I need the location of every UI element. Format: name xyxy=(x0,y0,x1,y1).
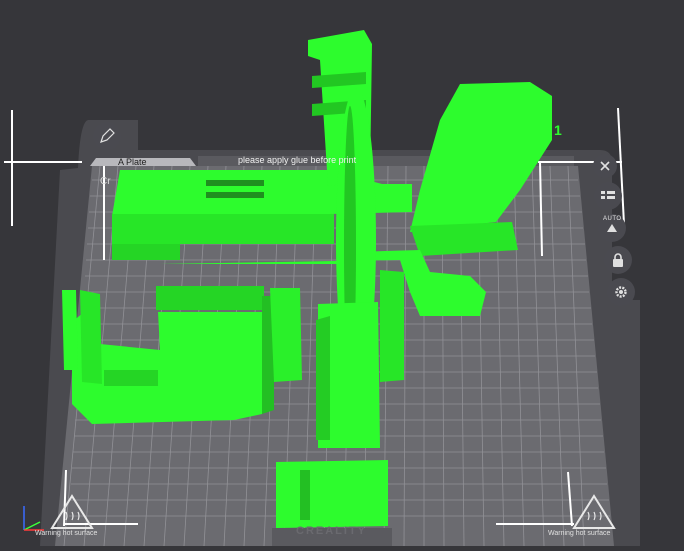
auto-orient-icon xyxy=(607,224,617,232)
lock-button[interactable] xyxy=(604,246,632,274)
close-icon xyxy=(600,161,610,171)
axis-gizmo xyxy=(23,506,44,531)
grid-arrange-icon xyxy=(601,191,615,199)
warning-text-left: Warning hot surface xyxy=(35,530,98,537)
auto-label: AUTO xyxy=(603,216,622,222)
3d-viewport[interactable]: A Plate please apply glue before print 1… xyxy=(0,0,684,546)
plate-number: 1 xyxy=(554,122,562,138)
lock-icon xyxy=(613,253,623,267)
plate-name[interactable]: A Plate xyxy=(118,157,147,167)
brand-name: CREALITY xyxy=(296,525,367,537)
scene-canvas[interactable] xyxy=(0,0,684,546)
edit-plate-button[interactable] xyxy=(93,122,121,150)
plate-settings-button[interactable] xyxy=(607,278,635,306)
warning-text-right: Warning hot surface xyxy=(548,530,611,537)
close-plate-button[interactable] xyxy=(593,154,617,178)
plate-note: please apply glue before print xyxy=(238,155,357,165)
arrange-button[interactable] xyxy=(594,182,622,210)
cut-label: Cr xyxy=(100,176,111,187)
gear-icon xyxy=(615,286,627,298)
